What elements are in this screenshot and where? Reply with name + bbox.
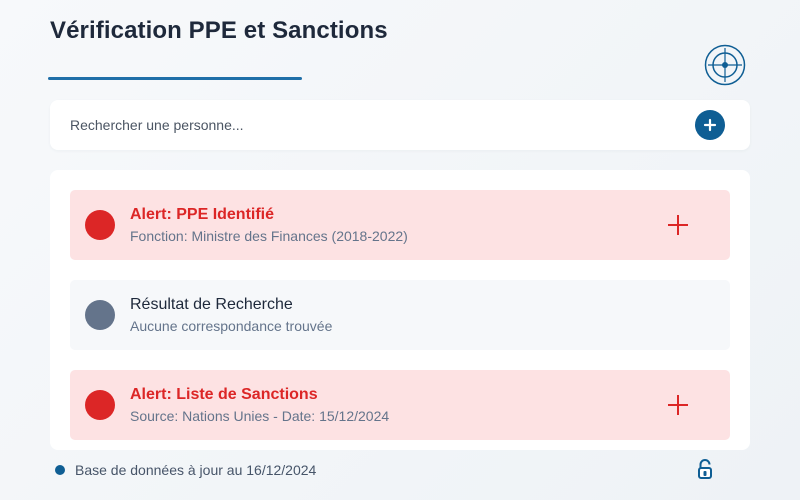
plus-circle-icon: [703, 118, 717, 132]
alert-status-dot: [85, 390, 115, 420]
database-status: Base de données à jour au 16/12/2024: [75, 462, 317, 478]
result-title: Alert: PPE Identifié: [130, 206, 275, 223]
plus-icon[interactable]: [666, 393, 690, 417]
result-card-search[interactable]: Résultat de Recherche Aucune corresponda…: [70, 280, 730, 350]
result-card-ppe-alert[interactable]: Alert: PPE Identifié Fonction: Ministre …: [70, 190, 730, 260]
add-search-button[interactable]: [695, 110, 725, 140]
result-subtitle: Fonction: Ministre des Finances (2018-20…: [130, 228, 408, 244]
result-subtitle: Source: Nations Unies - Date: 15/12/2024: [130, 408, 390, 424]
title-underline: [48, 77, 302, 80]
lock-icon[interactable]: [695, 458, 715, 480]
results-panel: Alert: PPE Identifié Fonction: Ministre …: [50, 170, 750, 450]
result-title: Alert: Liste de Sanctions: [130, 386, 318, 403]
result-subtitle: Aucune correspondance trouvée: [130, 318, 333, 334]
search-bar: [50, 100, 750, 150]
result-card-sanctions-alert[interactable]: Alert: Liste de Sanctions Source: Nation…: [70, 370, 730, 440]
search-input[interactable]: [70, 100, 670, 150]
page-title: Vérification PPE et Sanctions: [50, 17, 388, 44]
neutral-status-dot: [85, 300, 115, 330]
alert-status-dot: [85, 210, 115, 240]
plus-icon[interactable]: [666, 213, 690, 237]
result-title: Résultat de Recherche: [130, 296, 293, 313]
status-dot-icon: [55, 465, 65, 475]
radar-target-icon[interactable]: [704, 44, 746, 86]
